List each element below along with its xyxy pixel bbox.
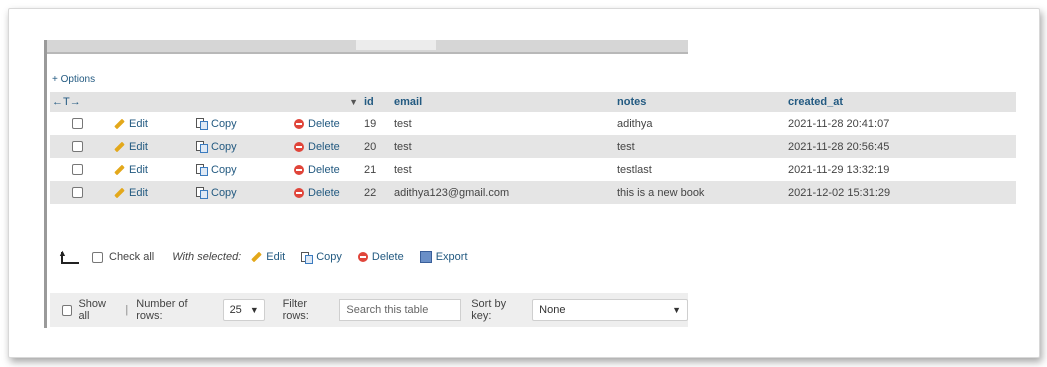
sort-desc-icon[interactable]: ▼ bbox=[349, 97, 358, 107]
cell-email[interactable]: adithya123@gmail.com bbox=[392, 181, 615, 204]
column-header-id[interactable]: id bbox=[362, 92, 392, 112]
edit-button[interactable]: Edit bbox=[114, 164, 148, 176]
column-controls[interactable]: ←T→ bbox=[50, 92, 112, 112]
number-of-rows-select[interactable]: 25 ▼ bbox=[222, 299, 265, 321]
delete-button[interactable]: Delete bbox=[294, 187, 340, 199]
edit-button[interactable]: Edit bbox=[114, 141, 148, 153]
delete-icon bbox=[294, 187, 304, 198]
delete-icon bbox=[294, 118, 304, 129]
search-table-input[interactable]: Search this table bbox=[339, 299, 462, 321]
copy-button[interactable]: Copy bbox=[196, 164, 237, 177]
cell-email[interactable]: test bbox=[392, 112, 615, 135]
sort-by-key-label: Sort by key: bbox=[471, 298, 507, 322]
edit-button[interactable]: Edit bbox=[114, 118, 148, 130]
cell-created-at[interactable]: 2021-11-29 13:32:19 bbox=[786, 158, 1016, 181]
delete-icon bbox=[294, 164, 304, 175]
copy-icon bbox=[196, 141, 208, 154]
delete-icon bbox=[294, 141, 304, 152]
pencil-icon bbox=[114, 118, 125, 129]
cell-email[interactable]: test bbox=[392, 135, 615, 158]
filter-rows-label: Filter rows: bbox=[282, 298, 309, 322]
cell-created-at[interactable]: 2021-11-28 20:41:07 bbox=[786, 112, 1016, 135]
cell-notes[interactable]: test bbox=[615, 135, 786, 158]
column-header-created-at[interactable]: created_at bbox=[786, 92, 1016, 112]
row-checkbox[interactable] bbox=[72, 187, 83, 199]
cell-email[interactable]: test bbox=[392, 158, 615, 181]
export-icon bbox=[419, 251, 432, 263]
cell-id[interactable]: 22 bbox=[362, 181, 392, 204]
cell-id[interactable]: 20 bbox=[362, 135, 392, 158]
copy-button[interactable]: Copy bbox=[196, 141, 237, 154]
show-all-checkbox[interactable] bbox=[62, 304, 73, 316]
check-all-control[interactable]: Check all bbox=[92, 251, 154, 263]
number-of-rows-label: Number of rows: bbox=[136, 298, 188, 322]
table-header-row: ←T→ ▼ id email notes created_at bbox=[50, 92, 1016, 112]
copy-icon bbox=[301, 251, 314, 264]
row-checkbox[interactable] bbox=[72, 141, 83, 153]
delete-button[interactable]: Delete bbox=[294, 164, 340, 176]
options-link[interactable]: + Options bbox=[52, 74, 95, 85]
cell-created-at[interactable]: 2021-12-02 15:31:29 bbox=[786, 181, 1016, 204]
show-all-control[interactable]: Show all bbox=[62, 298, 117, 322]
cell-created-at[interactable]: 2021-11-28 20:56:45 bbox=[786, 135, 1016, 158]
select-arrow-icon: ▲ bbox=[58, 248, 80, 264]
bulk-export-button[interactable]: Export bbox=[419, 251, 468, 263]
edit-button[interactable]: Edit bbox=[114, 187, 148, 199]
with-selected-label: With selected: bbox=[172, 251, 242, 263]
table-row: Edit Copy Delete 20 test test 2021-11-28… bbox=[50, 135, 1016, 158]
chevron-down-icon: ▼ bbox=[249, 305, 259, 315]
pencil-icon bbox=[114, 141, 125, 152]
results-table: ←T→ ▼ id email notes created_at Edit Cop… bbox=[50, 92, 1016, 204]
table-row: Edit Copy Delete 21 test testlast 2021-1… bbox=[50, 158, 1016, 181]
cell-id[interactable]: 21 bbox=[362, 158, 392, 181]
toolbar-separator: | bbox=[125, 304, 129, 316]
chevron-down-icon: ▼ bbox=[672, 305, 681, 315]
bulk-edit-button[interactable]: Edit bbox=[251, 251, 285, 263]
copy-button[interactable]: Copy bbox=[196, 118, 237, 131]
pencil-icon bbox=[251, 251, 263, 263]
bulk-copy-button[interactable]: Copy bbox=[301, 251, 342, 264]
copy-button[interactable]: Copy bbox=[196, 187, 237, 200]
column-header-email[interactable]: email bbox=[392, 92, 615, 112]
cell-notes[interactable]: this is a new book bbox=[615, 181, 786, 204]
column-header-notes[interactable]: notes bbox=[615, 92, 786, 112]
horizontal-scrollbar[interactable] bbox=[46, 40, 688, 54]
copy-icon bbox=[196, 187, 208, 200]
filter-toolbar: Show all | Number of rows: 25 ▼ Filter r… bbox=[50, 293, 688, 327]
row-checkbox[interactable] bbox=[72, 164, 83, 176]
bulk-delete-button[interactable]: Delete bbox=[357, 251, 404, 263]
pencil-icon bbox=[114, 164, 125, 175]
table-row: Edit Copy Delete 22 adithya123@gmail.com… bbox=[50, 181, 1016, 204]
sort-by-key-select[interactable]: None ▼ bbox=[532, 299, 688, 321]
bulk-actions-bar: ▲ Check all With selected: Edit Copy Del… bbox=[58, 248, 484, 264]
delete-button[interactable]: Delete bbox=[294, 141, 340, 153]
panel-left-border bbox=[44, 40, 47, 328]
check-all-checkbox[interactable] bbox=[92, 251, 103, 263]
scrollbar-thumb[interactable] bbox=[356, 40, 436, 50]
delete-button[interactable]: Delete bbox=[294, 118, 340, 130]
delete-icon bbox=[357, 252, 368, 262]
table-row: Edit Copy Delete 19 test adithya 2021-11… bbox=[50, 112, 1016, 135]
cell-notes[interactable]: testlast bbox=[615, 158, 786, 181]
copy-icon bbox=[196, 118, 208, 131]
row-checkbox[interactable] bbox=[72, 118, 83, 130]
cell-notes[interactable]: adithya bbox=[615, 112, 786, 135]
cell-id[interactable]: 19 bbox=[362, 112, 392, 135]
check-all-label[interactable]: Check all bbox=[109, 251, 154, 263]
pencil-icon bbox=[114, 187, 125, 198]
copy-icon bbox=[196, 164, 208, 177]
show-all-label[interactable]: Show all bbox=[78, 298, 117, 322]
